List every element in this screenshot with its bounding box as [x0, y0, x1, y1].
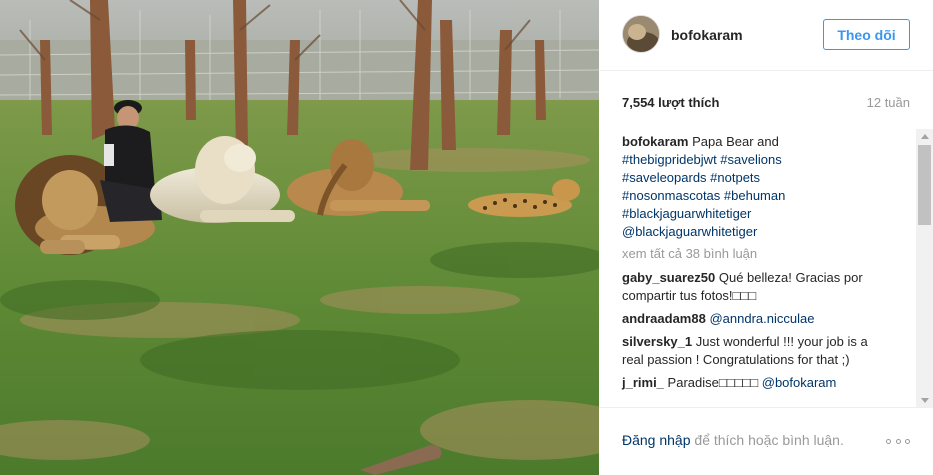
comment-item: gaby_suarez50 Qué belleza! Gracias por c…	[622, 269, 892, 305]
comment-item: j_rimi_ Paradise□□□□□ @bofokaram	[622, 374, 892, 392]
post-stats: 7,554 lượt thích 12 tuần	[622, 95, 910, 115]
view-all-comments-link[interactable]: xem tất cả 38 bình luận	[622, 245, 892, 263]
avatar[interactable]	[622, 15, 660, 53]
scrollbar-thumb[interactable]	[918, 145, 931, 225]
instagram-post: bofokaram Theo dõi 7,554 lượt thích 12 t…	[0, 0, 933, 475]
comment-username[interactable]: silversky_1	[622, 334, 692, 349]
emoji-glyphs: □□□	[732, 288, 757, 303]
post-photo[interactable]	[0, 0, 599, 475]
photo-lions-in-enclosure	[0, 0, 599, 475]
comment-username[interactable]: j_rimi_	[622, 375, 664, 390]
comment-item: silversky_1 Just wonderful !!! your job …	[622, 333, 892, 369]
hashtag-line[interactable]: #thebigpridebjwt #savelions	[622, 151, 892, 169]
comment-username[interactable]: gaby_suarez50	[622, 270, 715, 285]
post-header: bofokaram Theo dõi	[599, 0, 933, 71]
dot	[895, 438, 901, 444]
comments-list: bofokaram Papa Bear and #thebigpridebjwt…	[622, 133, 892, 397]
follow-button[interactable]: Theo dõi	[823, 19, 910, 50]
post-time[interactable]: 12 tuần	[867, 95, 910, 110]
avatar-image	[623, 16, 659, 52]
dot	[886, 438, 891, 444]
scroll-up-arrow-icon[interactable]	[916, 129, 933, 143]
hashtag-line[interactable]: #blackjaguarwhitetiger	[622, 205, 892, 223]
login-link[interactable]: Đăng nhập	[622, 432, 691, 448]
caption: bofokaram Papa Bear and #thebigpridebjwt…	[622, 133, 892, 241]
emoji-glyphs: □□□□□	[718, 375, 759, 390]
login-prompt: Đăng nhập để thích hoặc bình luận.	[622, 432, 844, 448]
comment-mention[interactable]: @anndra.nicculae	[709, 311, 814, 326]
comments-scrollbar[interactable]	[916, 129, 933, 407]
comments-scroll-area[interactable]: bofokaram Papa Bear and #thebigpridebjwt…	[599, 129, 933, 407]
username-link[interactable]: bofokaram	[671, 27, 743, 43]
comment-mention[interactable]: @bofokaram	[762, 375, 837, 390]
hashtag-line[interactable]: @blackjaguarwhitetiger	[622, 223, 892, 241]
hashtag-line[interactable]: #saveleopards #notpets	[622, 169, 892, 187]
more-options-icon[interactable]	[886, 434, 910, 448]
caption-username[interactable]: bofokaram	[622, 134, 688, 149]
scroll-down-arrow-icon[interactable]	[916, 393, 933, 407]
login-prompt-text: để thích hoặc bình luận.	[690, 432, 844, 448]
caption-text: Papa Bear and	[692, 134, 779, 149]
dot	[905, 438, 910, 444]
comment-username[interactable]: andraadam88	[622, 311, 706, 326]
comment-item: andraadam88 @anndra.nicculae	[622, 310, 892, 328]
post-side-panel: bofokaram Theo dõi 7,554 lượt thích 12 t…	[599, 0, 933, 475]
hashtag-line[interactable]: #nosonmascotas #behuman	[622, 187, 892, 205]
post-footer: Đăng nhập để thích hoặc bình luận.	[599, 407, 933, 475]
likes-count[interactable]: 7,554 lượt thích	[622, 95, 719, 110]
comment-text: Paradise	[667, 375, 719, 390]
